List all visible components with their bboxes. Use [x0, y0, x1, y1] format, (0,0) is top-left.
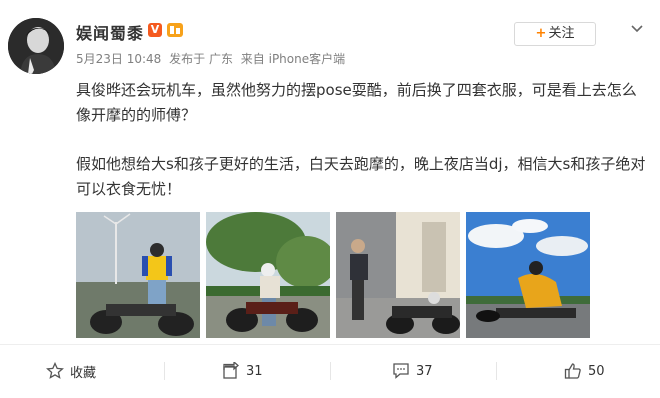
comment-icon: [393, 363, 409, 379]
post-paragraph-1: 具俊晔还会玩机车，虽然他努力的摆pose耍酷，前后换了四套衣服，可是看上去怎么像…: [76, 81, 637, 124]
repost-icon: [223, 362, 239, 379]
vip-badge-icon: V: [148, 23, 162, 37]
post-meta: 5月23日 10:48 发布于 广东 来自 iPhone客户端: [76, 50, 349, 67]
post-image-1[interactable]: [76, 212, 200, 338]
weibo-post-card: 娱闻蜀黍 V 5月23日 10:48 发布于 广东 来自 iPhone客户端 +…: [0, 0, 660, 398]
post-location: 发布于 广东: [169, 52, 233, 66]
post-timestamp[interactable]: 5月23日 10:48: [76, 52, 161, 66]
action-bar-divider: [0, 344, 660, 345]
repost-button[interactable]: 31: [222, 358, 263, 384]
comment-count: 37: [416, 363, 433, 379]
favorite-label: 收藏: [70, 365, 97, 381]
follow-button[interactable]: + 关注: [514, 22, 596, 46]
follow-label: 关注: [548, 26, 575, 41]
like-count: 50: [588, 363, 605, 379]
avatar[interactable]: [8, 18, 64, 74]
post-image-4[interactable]: [466, 212, 590, 338]
action-separator: [164, 362, 165, 380]
star-icon: [46, 362, 64, 379]
repost-count: 31: [246, 363, 263, 379]
action-separator: [330, 362, 331, 380]
thumbs-up-icon: [564, 363, 581, 379]
plus-icon: +: [535, 26, 547, 41]
comment-button[interactable]: 37: [392, 358, 433, 384]
post-paragraph-2: 假如他想给大s和孩子更好的生活，白天去跑摩的，晚上夜店当dj，相信大s和孩子绝对…: [76, 155, 646, 198]
post-image-3[interactable]: [336, 212, 460, 338]
user-name[interactable]: 娱闻蜀黍: [76, 20, 144, 44]
post-image-2[interactable]: [206, 212, 330, 338]
post-source: 来自 iPhone客户端: [240, 52, 346, 66]
action-separator: [496, 362, 497, 380]
like-button[interactable]: 50: [564, 358, 605, 384]
level-badge-icon: [167, 23, 183, 37]
favorite-button[interactable]: 收藏: [46, 358, 96, 384]
more-chevron-icon[interactable]: [626, 18, 648, 40]
